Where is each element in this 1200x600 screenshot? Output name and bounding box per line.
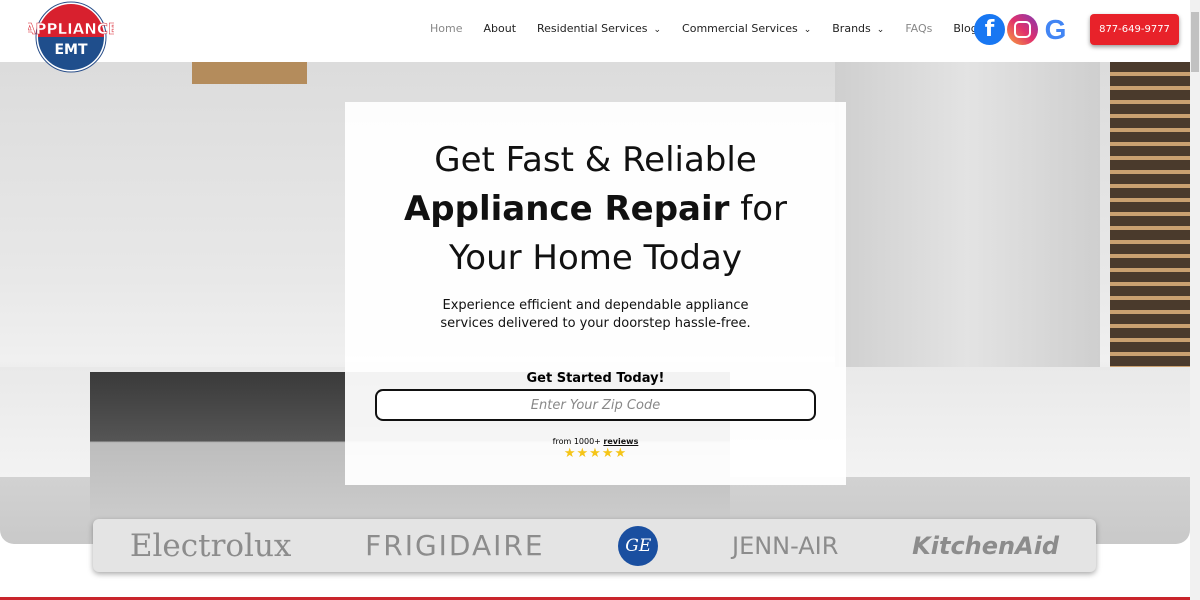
svg-text:APPLIANCE: APPLIANCE [28, 20, 114, 38]
subtitle-line: services delivered to your doorstep hass… [440, 316, 751, 331]
brand-ge: GE [618, 525, 659, 566]
phone-button[interactable]: 877-649-9777 [1090, 14, 1179, 45]
hero-card: Get Fast & Reliable Appliance Repair for… [345, 102, 846, 485]
hero-bold: Appliance Repair [403, 189, 730, 229]
nav-commercial-services[interactable]: Commercial Services ⌄ [682, 22, 811, 35]
nav-about[interactable]: About [483, 22, 516, 35]
subtitle-line: Experience efficient and dependable appl… [442, 298, 749, 313]
scrollbar-thumb[interactable] [1191, 12, 1199, 72]
brand-jenn-air: JENN-AIR [731, 531, 839, 560]
site-header: APPLIANCE EMT Home About Residential Ser… [0, 0, 1190, 73]
nav-residential-services[interactable]: Residential Services ⌄ [537, 22, 661, 35]
cta-heading: Get Started Today! [526, 371, 665, 386]
brand-kitchenaid: KitchenAid [912, 531, 1060, 560]
chevron-down-icon: ⌄ [653, 25, 662, 35]
brand-electrolux: Electrolux [129, 527, 292, 564]
wine-rack [1110, 62, 1190, 372]
reviews-prefix: from 1000+ [552, 437, 604, 446]
kitchen-cabinet [192, 62, 307, 84]
instagram-icon[interactable] [1007, 14, 1038, 45]
hero-title: Get Fast & Reliable Appliance Repair for… [345, 136, 846, 283]
star-rating: ★★★★★ [563, 446, 628, 461]
kitchen-fridge [835, 62, 1100, 372]
main-nav: Home About Residential Services ⌄ Commerc… [430, 22, 978, 35]
hero-line-1: Get Fast & Reliable [434, 140, 757, 180]
nav-label: Residential Services [537, 22, 648, 35]
nav-label: Brands [832, 22, 871, 35]
hero-rest: for [729, 189, 787, 229]
nav-label: Commercial Services [682, 22, 798, 35]
hero-line-3: Your Home Today [449, 238, 742, 278]
google-icon[interactable]: G [1040, 14, 1071, 45]
chevron-down-icon: ⌄ [803, 25, 812, 35]
brand-strip: Electrolux FRIGIDAIRE GE JENN-AIR Kitche… [93, 519, 1096, 572]
nav-faqs[interactable]: FAQs [905, 22, 932, 35]
reviews-text: from 1000+ reviews [345, 437, 846, 446]
svg-text:EMT: EMT [54, 42, 87, 58]
appliance-emt-logo[interactable]: APPLIANCE EMT [28, 0, 114, 74]
brand-frigidaire: FRIGIDAIRE [365, 529, 545, 562]
scrollbar[interactable] [1190, 0, 1200, 600]
facebook-icon[interactable]: f [974, 14, 1005, 45]
nav-brands[interactable]: Brands ⌄ [832, 22, 884, 35]
hero-line-2: Appliance Repair for [345, 185, 846, 234]
hero-subtitle: Experience efficient and dependable appl… [345, 297, 846, 333]
zip-code-input[interactable] [375, 389, 816, 421]
nav-home[interactable]: Home [430, 22, 462, 35]
chevron-down-icon: ⌄ [876, 25, 885, 35]
reviews-link[interactable]: reviews [603, 437, 638, 446]
